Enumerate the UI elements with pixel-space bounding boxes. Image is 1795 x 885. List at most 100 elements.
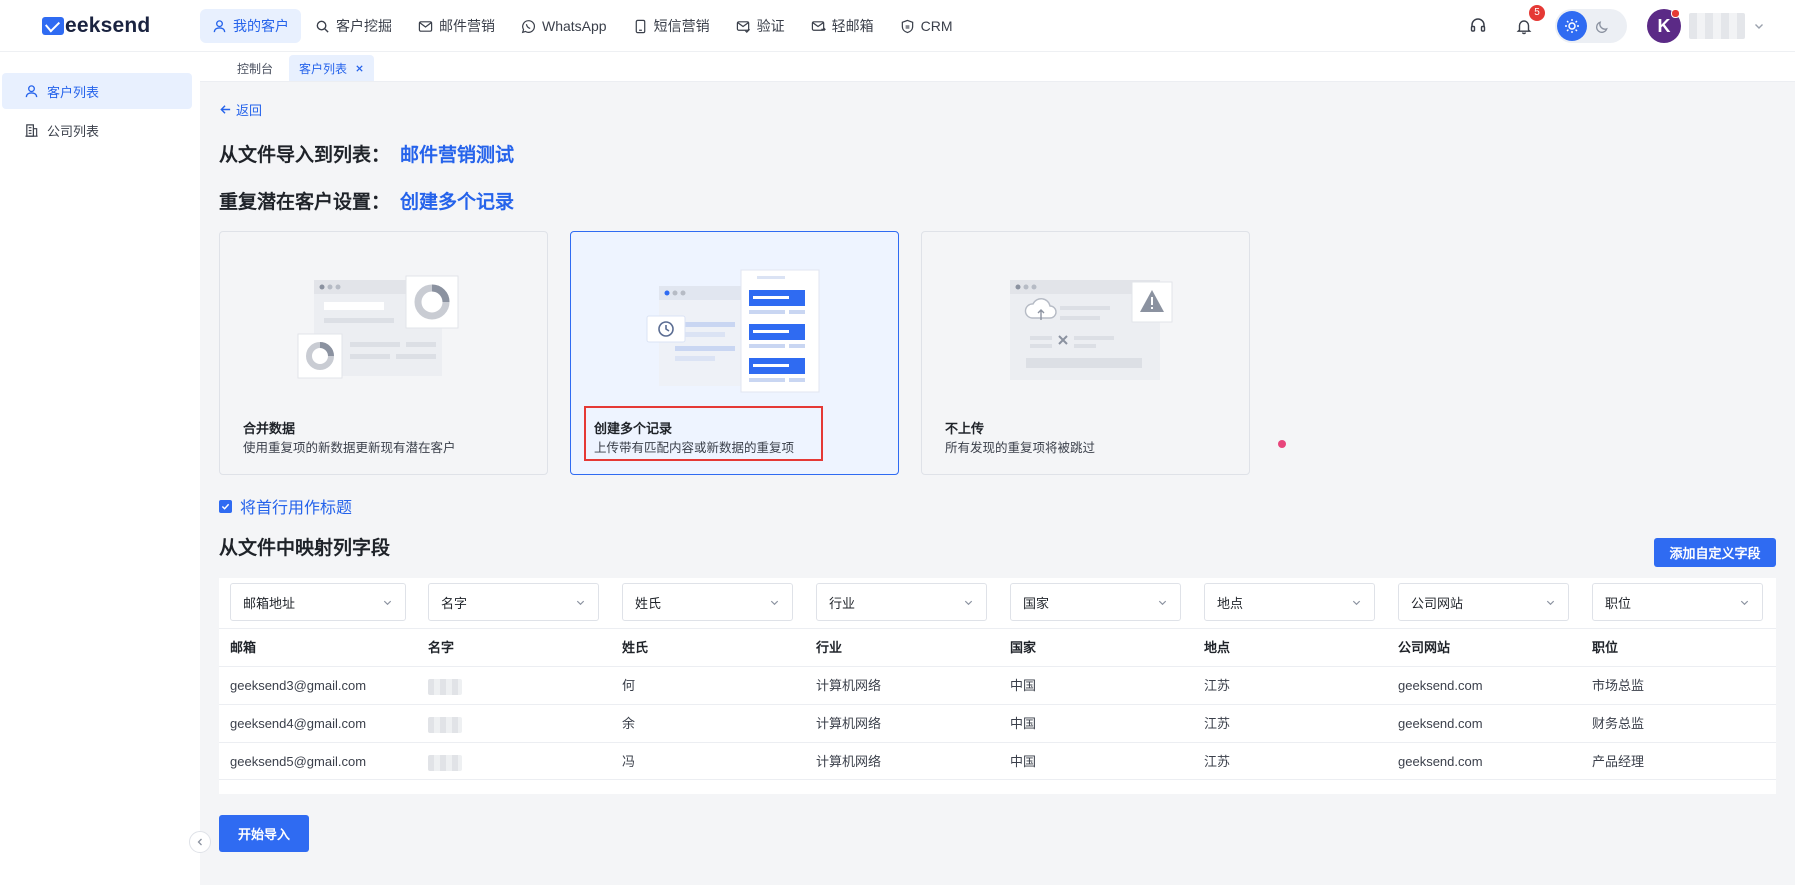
- add-custom-field-button[interactable]: 添加自定义字段: [1654, 538, 1776, 567]
- mapping-select-industry[interactable]: 行业: [816, 583, 987, 621]
- main-nav: 我的客户 客户挖掘 邮件营销 WhatsApp 短信营销 验证 轻邮箱 CRM: [200, 9, 964, 43]
- select-value: 邮箱地址: [243, 595, 296, 611]
- preview-table-header: 邮箱 名字 姓氏 行业 国家 地点 公司网站 职位: [219, 628, 1776, 666]
- logo[interactable]: eeksend: [42, 14, 150, 38]
- tab-label: 控制台: [237, 61, 274, 76]
- select-value: 姓氏: [635, 595, 662, 611]
- table-row: geeksend3@gmail.com 何 计算机网络 中国 江苏 geekse…: [219, 666, 1776, 704]
- support-button[interactable]: [1463, 11, 1493, 41]
- sidebar: 客户列表 公司列表: [0, 52, 200, 885]
- whatsapp-icon: [521, 19, 536, 33]
- import-target-heading: 从文件导入到列表： 邮件营销测试: [219, 140, 514, 167]
- duplicate-value: 创建多个记录: [400, 192, 515, 213]
- theme-toggle[interactable]: [1555, 9, 1627, 43]
- headset-icon: [1470, 18, 1486, 32]
- table-cell: 产品经理: [1592, 754, 1645, 769]
- first-row-header-option[interactable]: 将首行用作标题: [219, 494, 352, 518]
- header-cell: 邮箱: [230, 640, 257, 655]
- nav-item-customer-mining[interactable]: 客户挖掘: [303, 9, 404, 43]
- close-icon[interactable]: [355, 64, 364, 73]
- nav-item-crm[interactable]: CRM: [888, 9, 965, 43]
- sidebar-item-customer-list[interactable]: 客户列表: [2, 73, 192, 109]
- table-cell: 中国: [1010, 678, 1037, 693]
- header-actions: 5 K: [1463, 5, 1765, 43]
- top-bar: eeksend 我的客户 客户挖掘 邮件营销 WhatsApp 短信营销 验证: [0, 0, 1795, 52]
- nav-item-label: 短信营销: [653, 18, 710, 34]
- table-cell: geeksend.com: [1398, 754, 1483, 769]
- option-description: 所有发现的重复项将被跳过: [945, 441, 1096, 455]
- duplicate-label: 重复潜在客户设置：: [219, 192, 391, 213]
- table-cell: 中国: [1010, 754, 1037, 769]
- user-icon: [25, 84, 38, 97]
- mail-send-icon: [811, 20, 826, 31]
- notification-badge: 5: [1529, 5, 1545, 21]
- mapping-select-country[interactable]: 国家: [1010, 583, 1181, 621]
- table-cell: 江苏: [1204, 754, 1231, 769]
- first-row-header-checkbox[interactable]: [219, 499, 232, 513]
- sidebar-item-label: 客户列表: [47, 84, 100, 100]
- header-cell: 职位: [1592, 640, 1619, 655]
- import-list-name: 邮件营销测试: [400, 145, 515, 166]
- notification-button[interactable]: 5: [1509, 5, 1545, 41]
- nav-item-label: 验证: [756, 18, 785, 34]
- user-menu[interactable]: K: [1647, 9, 1765, 43]
- light-mode-button[interactable]: [1557, 11, 1587, 41]
- selected-option-highlight: [584, 406, 823, 461]
- table-cell: geeksend5@gmail.com: [230, 754, 367, 769]
- page-tabs: 控制台 客户列表: [200, 52, 1795, 82]
- mapping-select-last-name[interactable]: 姓氏: [622, 583, 793, 621]
- chevron-down-icon: [576, 600, 585, 606]
- back-link[interactable]: 返回: [219, 100, 262, 119]
- select-value: 国家: [1023, 595, 1050, 611]
- table-cell: geeksend.com: [1398, 716, 1483, 731]
- chevron-down-icon: [1755, 24, 1763, 29]
- nav-item-my-customers[interactable]: 我的客户: [200, 9, 301, 43]
- sidebar-item-company-list[interactable]: 公司列表: [2, 112, 192, 148]
- chevron-down-icon: [964, 600, 973, 606]
- header-cell: 国家: [1010, 640, 1037, 655]
- nav-item-sms-marketing[interactable]: 短信营销: [621, 9, 722, 43]
- header-cell: 名字: [428, 640, 455, 655]
- chevron-down-icon: [770, 600, 779, 606]
- mapping-select-website[interactable]: 公司网站: [1398, 583, 1569, 621]
- select-value: 公司网站: [1411, 595, 1464, 611]
- dark-mode-button[interactable]: [1587, 11, 1617, 41]
- mapping-select-first-name[interactable]: 名字: [428, 583, 599, 621]
- table-row: geeksend4@gmail.com 余 计算机网络 中国 江苏 geekse…: [219, 704, 1776, 742]
- table-cell: 计算机网络: [816, 716, 882, 731]
- nav-item-light-mailbox[interactable]: 轻邮箱: [799, 9, 886, 43]
- tab-customer-list[interactable]: 客户列表: [289, 55, 375, 81]
- option-card-merge[interactable]: 合并数据 使用重复项的新数据更新现有潜在客户: [219, 231, 548, 475]
- logo-text: eeksend: [65, 14, 151, 37]
- arrow-left-icon: [220, 105, 231, 114]
- nav-item-label: 客户挖掘: [336, 18, 392, 34]
- phone-icon: [635, 19, 645, 33]
- option-card-skip-upload[interactable]: 不上传 所有发现的重复项将被跳过: [921, 231, 1250, 475]
- sun-icon: [1565, 19, 1579, 33]
- tab-label: 客户列表: [299, 61, 348, 76]
- nav-item-email-marketing[interactable]: 邮件营销: [406, 9, 507, 43]
- duplicate-setting-heading: 重复潜在客户设置： 创建多个记录: [219, 187, 514, 214]
- nav-item-whatsapp[interactable]: WhatsApp: [509, 9, 619, 43]
- user-icon: [213, 19, 226, 32]
- check-icon: [221, 503, 230, 510]
- table-cell: 计算机网络: [816, 678, 882, 693]
- option-description: 使用重复项的新数据更新现有潜在客户: [243, 441, 456, 455]
- mapping-select-email[interactable]: 邮箱地址: [230, 583, 406, 621]
- nav-item-label: 我的客户: [233, 18, 289, 34]
- nav-item-verify[interactable]: 验证: [724, 9, 797, 43]
- sidebar-collapse-button[interactable]: [189, 831, 211, 853]
- table-cell: 江苏: [1204, 678, 1231, 693]
- user-name-blurred: [1689, 13, 1745, 39]
- chevron-down-icon: [383, 600, 392, 606]
- mapping-select-job-title[interactable]: 职位: [1592, 583, 1763, 621]
- header-cell: 公司网站: [1398, 640, 1451, 655]
- start-import-button[interactable]: 开始导入: [219, 815, 309, 852]
- mapping-select-location[interactable]: 地点: [1204, 583, 1375, 621]
- table-cell: 计算机网络: [816, 754, 882, 769]
- bell-icon: [1516, 20, 1532, 35]
- table-cell-blurred-name: [428, 743, 462, 781]
- table-cell: geeksend.com: [1398, 678, 1483, 693]
- option-title: 不上传: [945, 421, 985, 436]
- tab-console[interactable]: 控制台: [227, 55, 283, 81]
